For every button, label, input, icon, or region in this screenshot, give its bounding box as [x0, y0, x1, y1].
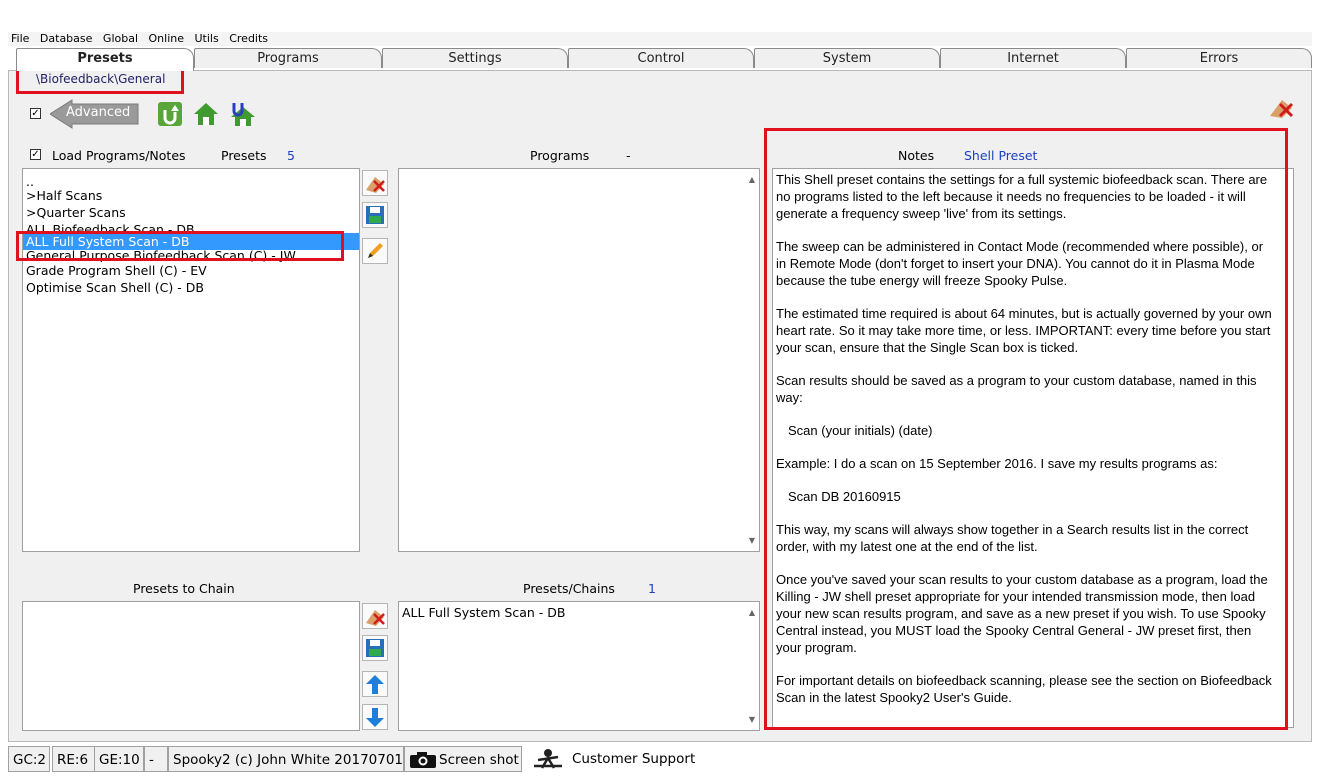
- list-item[interactable]: Optimise Scan Shell (C) - DB: [23, 279, 359, 296]
- arrow-down-icon: [366, 708, 384, 727]
- notes-paragraph: This Shell preset contains the settings …: [776, 172, 1268, 221]
- tab-errors[interactable]: Errors: [1126, 48, 1312, 68]
- list-item[interactable]: >Quarter Scans: [23, 204, 359, 221]
- scroll-up-icon[interactable]: ▲: [749, 608, 755, 617]
- move-up-button[interactable]: [362, 671, 388, 697]
- tab-presets[interactable]: Presets: [16, 48, 194, 71]
- refresh-button[interactable]: [157, 101, 183, 127]
- advanced-label: Advanced: [66, 105, 131, 120]
- presets-count: 5: [287, 148, 295, 163]
- load-programs-checkbox[interactable]: ✓: [30, 149, 41, 160]
- list-item[interactable]: Grade Program Shell (C) - EV: [23, 262, 359, 279]
- menu-global[interactable]: Global: [100, 32, 142, 46]
- menu-online[interactable]: Online: [146, 32, 188, 46]
- screenshot-label: Screen shot: [439, 752, 519, 768]
- list-item[interactable]: ..: [23, 175, 359, 188]
- home-icon: [194, 103, 218, 125]
- advanced-checkbox[interactable]: ✓: [30, 108, 41, 119]
- notes-text: This Shell preset contains the settings …: [772, 168, 1294, 728]
- presets-chains-list[interactable]: ALL Full System Scan - DB ▲ ▼: [398, 601, 760, 731]
- save-chain-button[interactable]: [362, 635, 388, 661]
- eraser-delete-icon: [366, 177, 385, 193]
- eraser-delete-icon: [366, 610, 385, 626]
- menu-bar: File Database Global Online Utils Credit…: [8, 32, 1312, 46]
- pencil-edit-icon: [368, 243, 383, 258]
- screenshot-button[interactable]: Screen shot: [404, 746, 522, 772]
- notes-paragraph: The sweep can be administered in Contact…: [776, 239, 1264, 288]
- presets-chains-count: 1: [648, 581, 656, 596]
- customer-support-button[interactable]: Customer Support: [522, 746, 696, 772]
- list-item[interactable]: ALL Biofeedback Scan - DB: [23, 221, 359, 233]
- scroll-down-icon[interactable]: ▼: [749, 536, 755, 545]
- menu-file[interactable]: File: [8, 32, 33, 46]
- scroll-up-icon[interactable]: ▲: [749, 175, 755, 184]
- notes-paragraph: For important details on biofeedback sca…: [776, 673, 1272, 705]
- presets-chains-label: Presets/Chains: [523, 581, 615, 596]
- presets-list[interactable]: .. >Half Scans >Quarter Scans ALL Biofee…: [22, 168, 360, 552]
- tab-settings[interactable]: Settings: [382, 48, 568, 68]
- list-item[interactable]: >Half Scans: [23, 187, 359, 204]
- notes-label: Notes: [898, 148, 935, 163]
- notes-paragraph: Scan (your initials) (date): [788, 423, 933, 438]
- arrow-up-icon: [366, 675, 384, 694]
- programs-count: -: [626, 148, 631, 163]
- tab-system[interactable]: System: [754, 48, 940, 68]
- user-home-icon: [231, 103, 255, 126]
- menu-utils[interactable]: Utils: [192, 32, 223, 46]
- menu-credits[interactable]: Credits: [226, 32, 272, 46]
- support-agent-icon: [534, 749, 562, 769]
- load-programs-label: Load Programs/Notes: [52, 148, 186, 163]
- edit-preset-button[interactable]: [362, 238, 388, 264]
- customer-support-label: Customer Support: [572, 751, 696, 767]
- programs-list[interactable]: ▲ ▼: [398, 168, 760, 552]
- floppy-save-icon: [366, 639, 384, 657]
- menu-database[interactable]: Database: [37, 32, 97, 46]
- status-copyright: Spooky2 (c) John White 20170701: [168, 746, 404, 772]
- save-preset-button[interactable]: [362, 202, 388, 228]
- notes-paragraph: Example: I do a scan on 15 September 201…: [776, 456, 1218, 471]
- notes-paragraph: Scan results should be saved as a progra…: [776, 373, 1257, 405]
- notes-paragraph: The estimated time required is about 64 …: [776, 306, 1272, 355]
- notes-paragraph: Scan DB 20160915: [788, 489, 901, 504]
- list-item-selected[interactable]: ALL Full System Scan - DB: [23, 233, 359, 250]
- status-gc: GC:2: [8, 746, 50, 772]
- user-home-button[interactable]: [229, 101, 257, 127]
- list-item[interactable]: General Purpose Biofeedback Scan (C) - J…: [23, 250, 359, 262]
- clear-presets-button[interactable]: [362, 170, 388, 196]
- presets-to-chain-list[interactable]: [22, 601, 360, 731]
- move-down-button[interactable]: [362, 704, 388, 730]
- refresh-icon: [158, 102, 182, 126]
- status-dash: -: [144, 746, 168, 772]
- tab-internet[interactable]: Internet: [940, 48, 1126, 68]
- tab-control[interactable]: Control: [568, 48, 754, 68]
- preset-path: \Biofeedback\General: [36, 72, 166, 86]
- status-ge: GE:10: [94, 746, 144, 772]
- advanced-button[interactable]: Advanced: [49, 98, 144, 130]
- status-re: RE:6: [52, 746, 96, 772]
- main-tabs: Presets Programs Settings Control System…: [8, 48, 1312, 71]
- clear-chain-button[interactable]: [362, 603, 388, 629]
- camera-icon: [410, 752, 436, 768]
- presets-label: Presets: [221, 148, 267, 163]
- list-item[interactable]: ALL Full System Scan - DB: [399, 604, 759, 621]
- tab-programs[interactable]: Programs: [194, 48, 382, 68]
- delete-preset-button[interactable]: [1266, 94, 1296, 120]
- notes-paragraph: Once you've saved your scan results to y…: [776, 572, 1268, 655]
- programs-label: Programs: [530, 148, 590, 163]
- scroll-down-icon[interactable]: ▼: [749, 715, 755, 724]
- floppy-save-icon: [366, 206, 384, 224]
- eraser-delete-icon: [1270, 100, 1294, 118]
- notes-paragraph: This way, my scans will always show toge…: [776, 522, 1249, 554]
- home-button[interactable]: [193, 101, 219, 127]
- presets-to-chain-label: Presets to Chain: [133, 581, 235, 596]
- notes-preset-name: Shell Preset: [964, 148, 1038, 163]
